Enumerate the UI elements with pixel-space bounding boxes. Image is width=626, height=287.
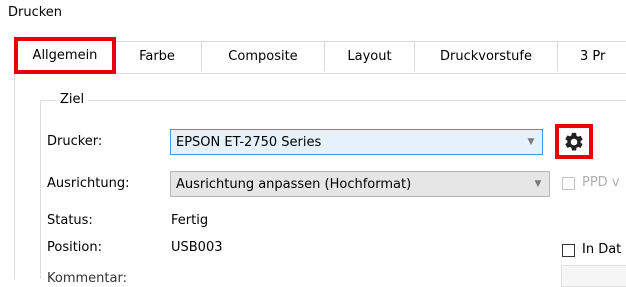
tab-label: Druckvorstufe [440,49,532,64]
print-to-file-label: In Dat [582,242,622,257]
printer-select-value: EPSON ET-2750 Series [176,134,322,150]
orientation-label: Ausrichtung: [47,176,130,191]
orientation-select-value: Ausrichtung anpassen (Hochformat) [176,176,412,192]
printer-settings-button[interactable] [555,124,593,159]
orientation-select[interactable]: Ausrichtung anpassen (Hochformat) ▼ [170,171,550,197]
chevron-down-icon: ▼ [534,179,542,189]
tab-label: Allgemein [32,48,98,63]
printer-label: Drucker: [47,134,103,149]
position-label: Position: [47,240,102,255]
window-title: Drucken [8,5,63,20]
chevron-down-icon: ▼ [527,137,535,147]
print-to-file-checkbox[interactable] [562,244,575,257]
tab-layout[interactable]: Layout [324,41,415,71]
tab-label: Farbe [139,49,175,64]
printer-select[interactable]: EPSON ET-2750 Series ▼ [170,129,543,155]
group-border-left [40,100,41,279]
tab-strip: Allgemein Farbe Composite Layout Druckvo… [14,37,626,74]
tab-druckvorstufe[interactable]: Druckvorstufe [414,41,558,71]
tab-label: Composite [228,49,298,64]
tab-label: 3 Pr [580,49,606,64]
comment-input[interactable] [561,265,626,287]
group-border-top [40,100,626,101]
tab-label: Layout [347,49,392,64]
status-value: Fertig [171,213,209,228]
group-legend-ziel: Ziel [56,92,89,107]
tab-allgemein[interactable]: Allgemein [14,37,116,74]
tab-farbe[interactable]: Farbe [112,41,202,71]
tab-3d-preview[interactable]: 3 Pr [557,41,626,71]
ppd-checkbox-label: PPD v [582,175,620,190]
status-label: Status: [47,213,93,228]
position-value: USB003 [171,240,223,255]
tab-composite[interactable]: Composite [201,41,325,71]
gear-icon [565,132,583,150]
ppd-checkbox[interactable] [562,177,575,190]
tab-panel-left-border [14,73,15,279]
